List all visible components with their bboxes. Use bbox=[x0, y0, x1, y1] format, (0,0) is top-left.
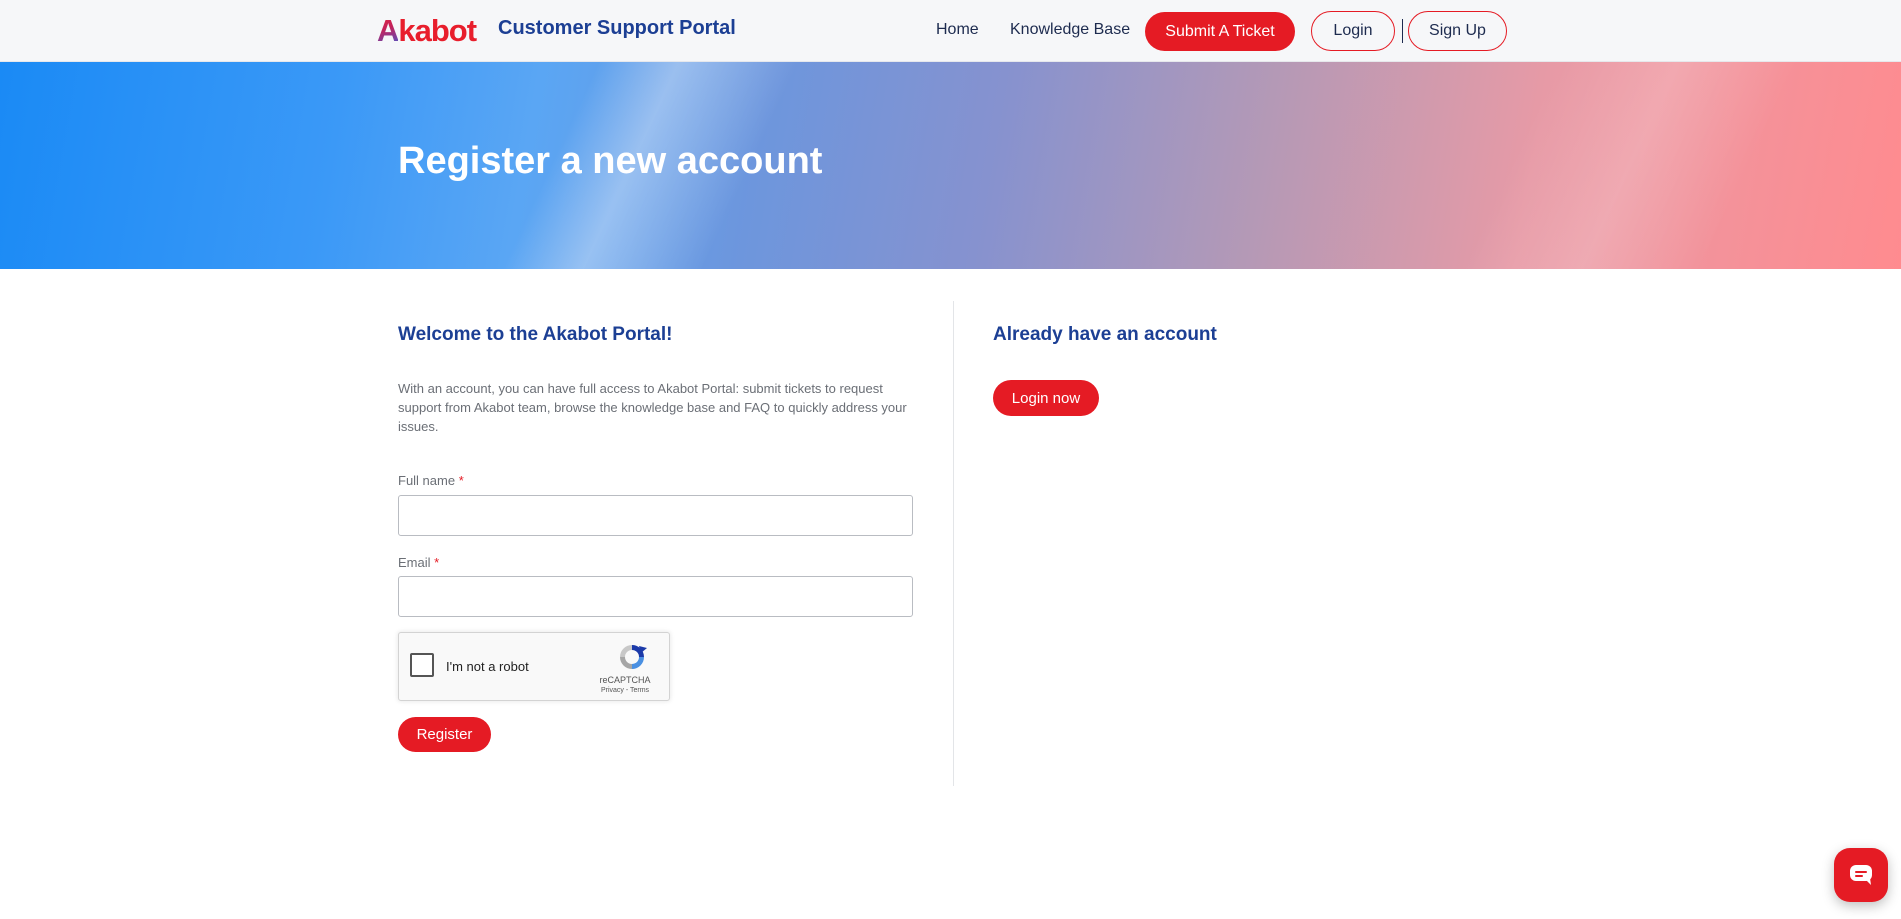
full-name-input[interactable] bbox=[398, 495, 913, 536]
hero-banner: Register a new account bbox=[0, 62, 1901, 269]
recaptcha-privacy-terms[interactable]: Privacy - Terms bbox=[585, 687, 665, 694]
intro-text: With an account, you can have full acces… bbox=[398, 381, 907, 434]
recaptcha-checkbox[interactable] bbox=[410, 653, 434, 677]
welcome-heading: Welcome to the Akabot Portal! bbox=[398, 324, 673, 345]
recaptcha-brand: reCAPTCHA bbox=[599, 675, 651, 685]
nav-knowledge-base-link[interactable]: Knowledge Base bbox=[1010, 21, 1130, 39]
recaptcha-icon bbox=[620, 645, 647, 669]
signup-button[interactable]: Sign Up bbox=[1408, 11, 1507, 51]
full-name-label: Full name * bbox=[398, 473, 464, 488]
already-account-heading: Already have an account bbox=[993, 324, 1217, 345]
site-header: Akabot Customer Support Portal Home Know… bbox=[0, 0, 1901, 62]
full-name-label-text: Full name bbox=[398, 473, 456, 488]
recaptcha-widget: I'm not a robot reCAPTCHA Privacy - Term… bbox=[398, 632, 670, 701]
akabot-logo[interactable]: Akabot bbox=[377, 12, 477, 48]
chat-widget-button[interactable] bbox=[1834, 848, 1888, 902]
page-title: Register a new account bbox=[398, 140, 823, 182]
required-mark: * bbox=[458, 473, 464, 488]
submit-ticket-button[interactable]: Submit A Ticket bbox=[1145, 12, 1295, 51]
nav-home-link[interactable]: Home bbox=[936, 21, 979, 39]
column-divider bbox=[953, 301, 954, 786]
email-input[interactable] bbox=[398, 576, 913, 617]
email-label: Email * bbox=[398, 555, 439, 570]
chat-icon bbox=[1850, 865, 1872, 885]
email-label-text: Email bbox=[398, 555, 431, 570]
nav-divider bbox=[1402, 19, 1403, 43]
login-now-button[interactable]: Login now bbox=[993, 380, 1099, 416]
login-button[interactable]: Login bbox=[1311, 11, 1395, 51]
logo-wordmark: Akabot bbox=[377, 12, 477, 48]
required-mark: * bbox=[434, 555, 440, 570]
recaptcha-label: I'm not a robot bbox=[446, 659, 529, 674]
portal-title: Customer Support Portal bbox=[498, 17, 736, 39]
register-button[interactable]: Register bbox=[398, 717, 491, 752]
